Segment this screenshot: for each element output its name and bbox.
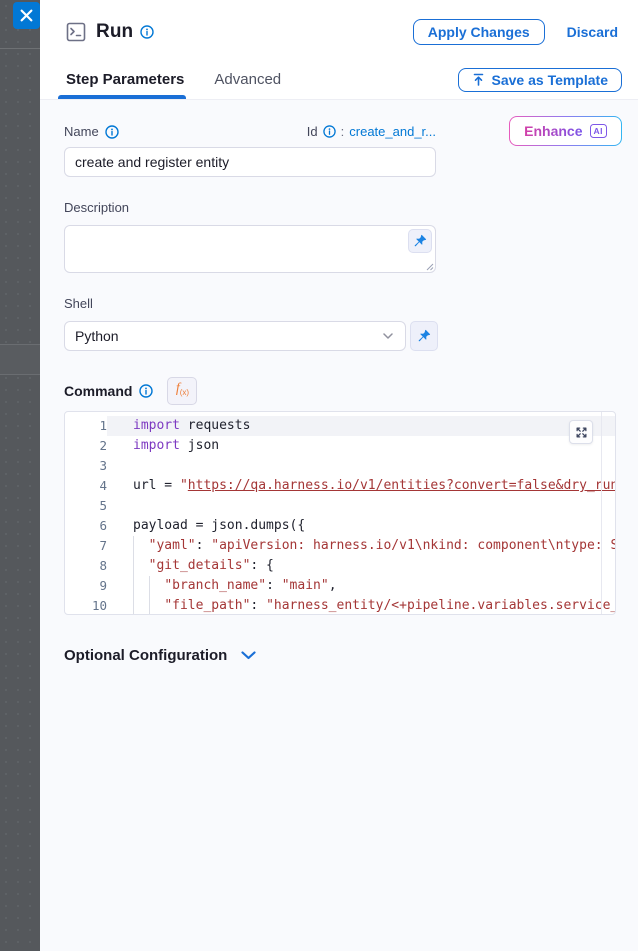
code-line[interactable]: 8 "git_details": {	[65, 556, 615, 576]
ai-badge: AI	[590, 124, 608, 138]
description-pin-button[interactable]	[408, 229, 432, 253]
line-number: 4	[65, 476, 107, 496]
command-label: Command	[64, 383, 132, 399]
step-config-drawer: Run Apply Changes Discard Step Parameter…	[40, 0, 638, 951]
indent-guide	[149, 576, 150, 596]
code-line[interactable]: 10 "file_path": "harness_entity/<+pipeli…	[65, 596, 615, 615]
name-input[interactable]	[64, 147, 436, 177]
fx-expression-button[interactable]: f(x)	[167, 377, 197, 405]
name-info-icon[interactable]	[105, 125, 119, 139]
optional-configuration-toggle[interactable]: Optional Configuration	[64, 647, 622, 664]
terminal-icon	[66, 22, 86, 42]
tab-advanced[interactable]: Advanced	[212, 71, 283, 88]
id-info-icon[interactable]	[323, 125, 336, 138]
enhance-ai-button[interactable]: Enhance AI	[509, 116, 622, 146]
name-label: Name	[64, 124, 99, 139]
save-as-template-button[interactable]: Save as Template	[458, 68, 622, 92]
discard-button[interactable]: Discard	[567, 24, 618, 40]
indent-guide	[133, 576, 134, 596]
tabs-bar: Step Parameters Advanced Save as Templat…	[40, 60, 638, 100]
active-tab-underline	[58, 95, 186, 99]
chevron-down-icon	[241, 651, 256, 660]
code-line[interactable]: 4url = "https://qa.harness.io/v1/entitie…	[65, 476, 615, 496]
id-label: Id	[307, 124, 318, 139]
line-number: 5	[65, 496, 107, 516]
title-info-icon[interactable]	[140, 25, 154, 39]
code-line[interactable]: 6payload = json.dumps({	[65, 516, 615, 536]
close-button[interactable]	[13, 2, 40, 29]
editor-expand-button[interactable]	[569, 420, 593, 444]
template-upload-icon	[472, 73, 485, 87]
command-info-icon[interactable]	[139, 384, 153, 398]
shell-pin-button[interactable]	[410, 321, 438, 351]
command-editor[interactable]: 1import requests2import json34url = "htt…	[64, 411, 616, 615]
canvas-divider	[0, 48, 40, 49]
line-number: 3	[65, 456, 107, 476]
pipeline-canvas-strip	[0, 0, 40, 951]
code-line[interactable]: 3	[65, 456, 615, 476]
expand-icon	[575, 426, 588, 439]
code-line[interactable]: 2import json	[65, 436, 615, 456]
description-textarea[interactable]	[64, 225, 436, 273]
indent-guide	[149, 596, 150, 615]
shell-selected-value: Python	[75, 328, 119, 344]
line-number: 2	[65, 436, 107, 456]
line-number: 6	[65, 516, 107, 536]
enhance-label: Enhance	[524, 123, 582, 139]
chevron-down-icon	[383, 333, 393, 339]
textarea-resize-handle[interactable]	[424, 261, 434, 271]
code-line[interactable]: 9 "branch_name": "main",	[65, 576, 615, 596]
editor-scrollbar-divider	[601, 412, 602, 614]
tab-step-parameters[interactable]: Step Parameters	[64, 71, 186, 88]
line-number: 9	[65, 576, 107, 596]
code-line[interactable]: 1import requests	[65, 416, 615, 436]
pin-icon	[417, 329, 431, 343]
line-number: 8	[65, 556, 107, 576]
drawer-header: Run Apply Changes Discard	[40, 0, 638, 60]
code-line[interactable]: 5	[65, 496, 615, 516]
description-label: Description	[64, 200, 129, 215]
indent-guide	[133, 596, 134, 615]
apply-changes-button[interactable]: Apply Changes	[413, 19, 545, 45]
line-number: 10	[65, 596, 107, 615]
step-parameters-form: Enhance AI Name Id : cr	[40, 100, 638, 664]
indent-guide	[133, 536, 134, 556]
id-separator: :	[341, 124, 345, 139]
optional-configuration-label: Optional Configuration	[64, 647, 227, 664]
shell-label: Shell	[64, 296, 93, 311]
page-title: Run	[96, 21, 133, 43]
close-icon	[20, 9, 33, 22]
shell-select[interactable]: Python	[64, 321, 406, 351]
code-line[interactable]: 7 "yaml": "apiVersion: harness.io/v1\nki…	[65, 536, 615, 556]
canvas-toolbar-band	[0, 344, 40, 375]
pin-icon	[413, 234, 427, 248]
line-number: 7	[65, 536, 107, 556]
command-editor-lines: 1import requests2import json34url = "htt…	[65, 416, 615, 615]
indent-guide	[133, 556, 134, 576]
line-number: 1	[65, 416, 107, 436]
id-value: create_and_r...	[349, 124, 436, 139]
save-as-template-label: Save as Template	[492, 72, 608, 88]
